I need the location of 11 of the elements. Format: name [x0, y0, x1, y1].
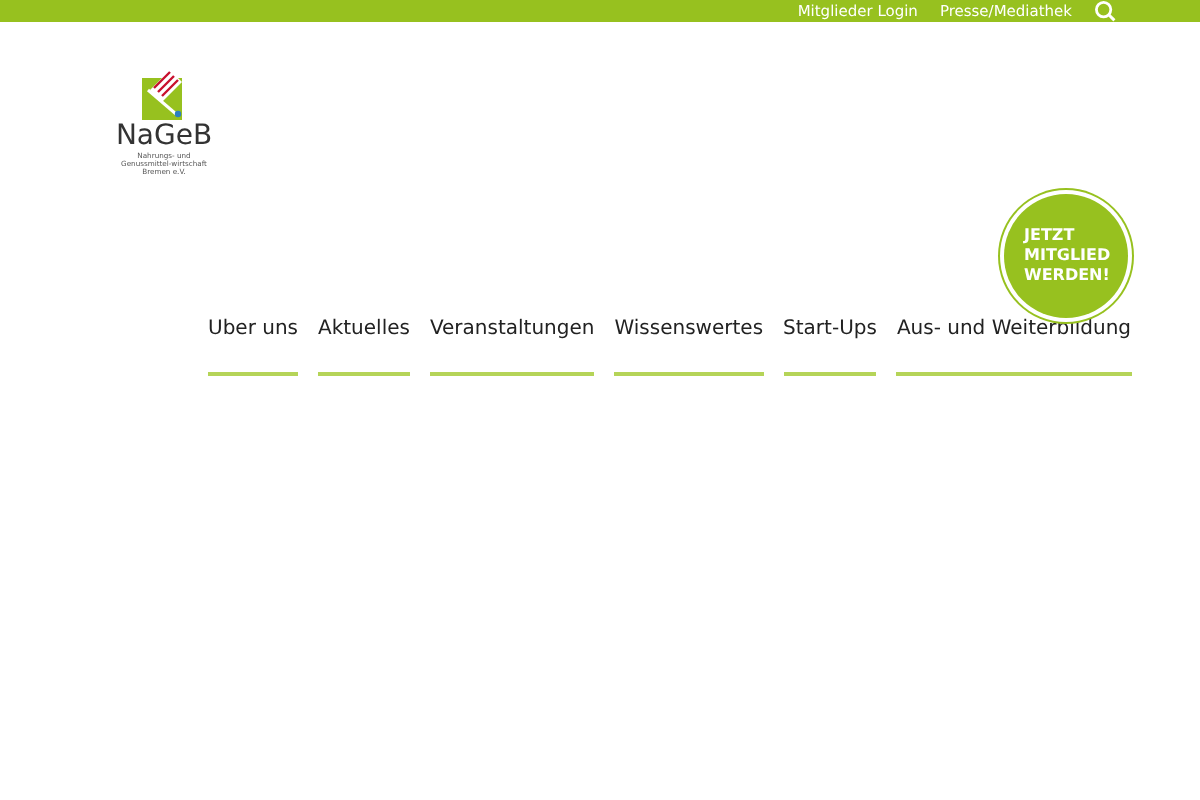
nav-item[interactable]: Veranstaltungen: [429, 318, 595, 376]
logo-name: NaGeB: [115, 122, 213, 152]
nav-item[interactable]: Aktuelles: [318, 318, 410, 376]
search-icon[interactable]: [1094, 0, 1116, 22]
badge-text: WERDEN!: [1024, 266, 1112, 286]
badge-text: MITGLIED: [1024, 246, 1113, 266]
nav-item[interactable]: Aus- und Weiterbildung: [896, 318, 1132, 376]
nav-item[interactable]: Uber uns: [208, 318, 298, 376]
badge-text: JETZT: [1024, 226, 1077, 246]
nav-item[interactable]: Wissenswertes: [614, 318, 764, 376]
nav-item[interactable]: Start-Ups: [783, 318, 877, 376]
